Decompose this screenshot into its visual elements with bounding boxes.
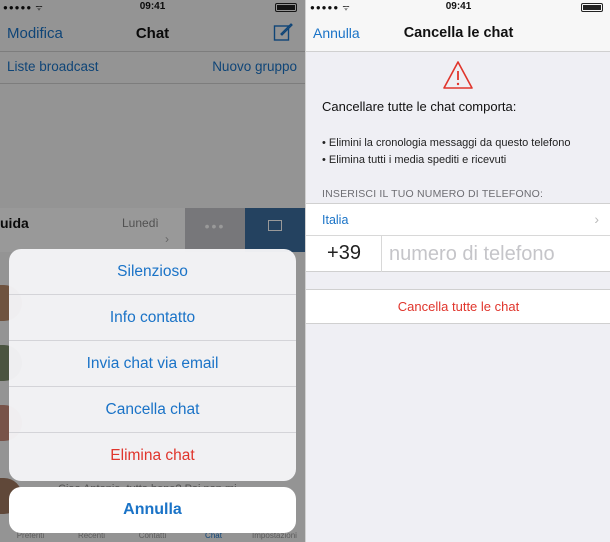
right-screen: ●●●●● ᯤ 09:41 Annulla Cancella le chat C… xyxy=(305,0,610,542)
warning-triangle-icon xyxy=(443,61,473,89)
battery-icon xyxy=(581,3,603,12)
warning-heading: Cancellare tutte le chat comporta: xyxy=(322,99,517,114)
page-title: Cancella le chat xyxy=(403,25,514,41)
action-sheet: Silenzioso Info contatto Invia chat via … xyxy=(9,249,296,481)
chevron-right-icon: › xyxy=(594,211,599,227)
status-bar: ●●●●● ᯤ 09:41 xyxy=(306,0,610,14)
phone-number-input[interactable] xyxy=(389,239,604,269)
cancel-button[interactable]: Annulla xyxy=(9,487,296,533)
section-header: INSERISCI IL TUO NUMERO DI TELEFONO: xyxy=(322,188,544,200)
warning-bullet: • Elimina tutti i media spediti e ricevu… xyxy=(322,154,507,166)
nav-bar: Annulla Cancella le chat xyxy=(306,14,610,52)
clear-chat-option[interactable]: Cancella chat xyxy=(9,387,296,433)
delete-chat-option[interactable]: Elimina chat xyxy=(9,433,296,479)
mute-option[interactable]: Silenzioso xyxy=(9,249,296,295)
country-code: +39 xyxy=(327,242,361,264)
email-chat-option[interactable]: Invia chat via email xyxy=(9,341,296,387)
phone-row: +39 xyxy=(306,236,610,272)
delete-all-chats-button[interactable]: Cancella tutte le chat xyxy=(306,289,610,324)
country-value: Italia xyxy=(322,213,349,227)
country-selector[interactable]: Italia › xyxy=(306,203,610,236)
contact-info-option[interactable]: Info contatto xyxy=(9,295,296,341)
left-screen: ●●●●● ᯤ 09:41 Modifica Chat Liste broadc… xyxy=(0,0,305,542)
divider xyxy=(381,236,382,272)
status-time: 09:41 xyxy=(445,1,472,12)
warning-bullet: • Elimini la cronologia messaggi da ques… xyxy=(322,137,571,149)
